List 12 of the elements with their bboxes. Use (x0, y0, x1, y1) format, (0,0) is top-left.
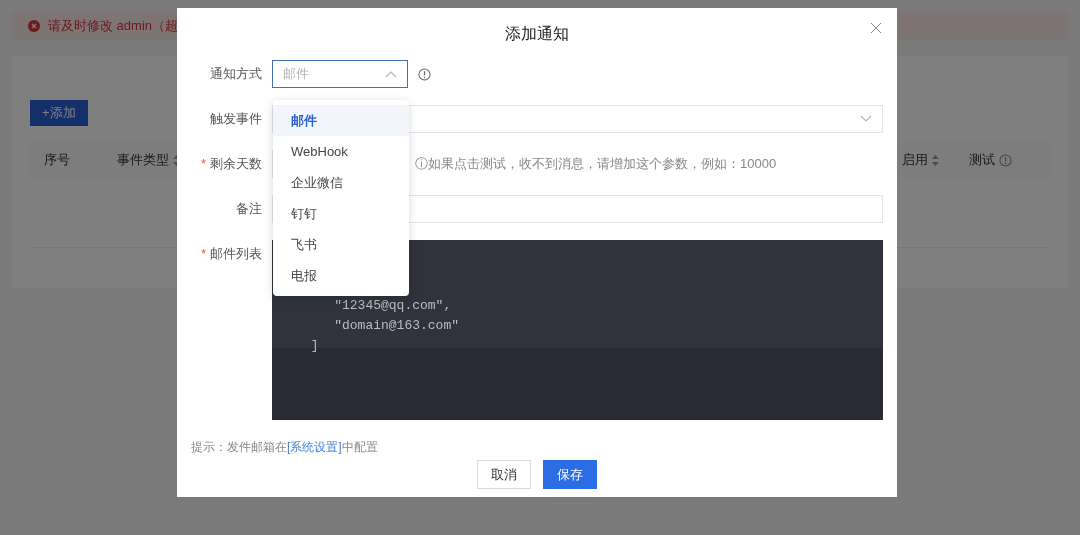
hint-text: 提示：发件邮箱在[系统设置]中配置 (191, 440, 378, 454)
field-label: 备注 (236, 200, 262, 219)
code-text: "12345@qq.com", "domain@163.com" ] (309, 297, 460, 355)
required-mark: * (200, 155, 206, 174)
field-label: 剩余天数 (210, 155, 262, 174)
field-label: 触发事件 (210, 110, 262, 129)
hint-text: ⓘ如果点击测试，收不到消息，请增加这个参数，例如：10000 (415, 155, 777, 174)
field-label: 邮件列表 (210, 245, 262, 264)
field-label: 通知方式 (210, 65, 262, 84)
alert-text: 请及时修改 admin（超 (48, 17, 179, 36)
dialog-title: 添加通知 (505, 24, 569, 44)
required-mark: * (200, 245, 206, 264)
